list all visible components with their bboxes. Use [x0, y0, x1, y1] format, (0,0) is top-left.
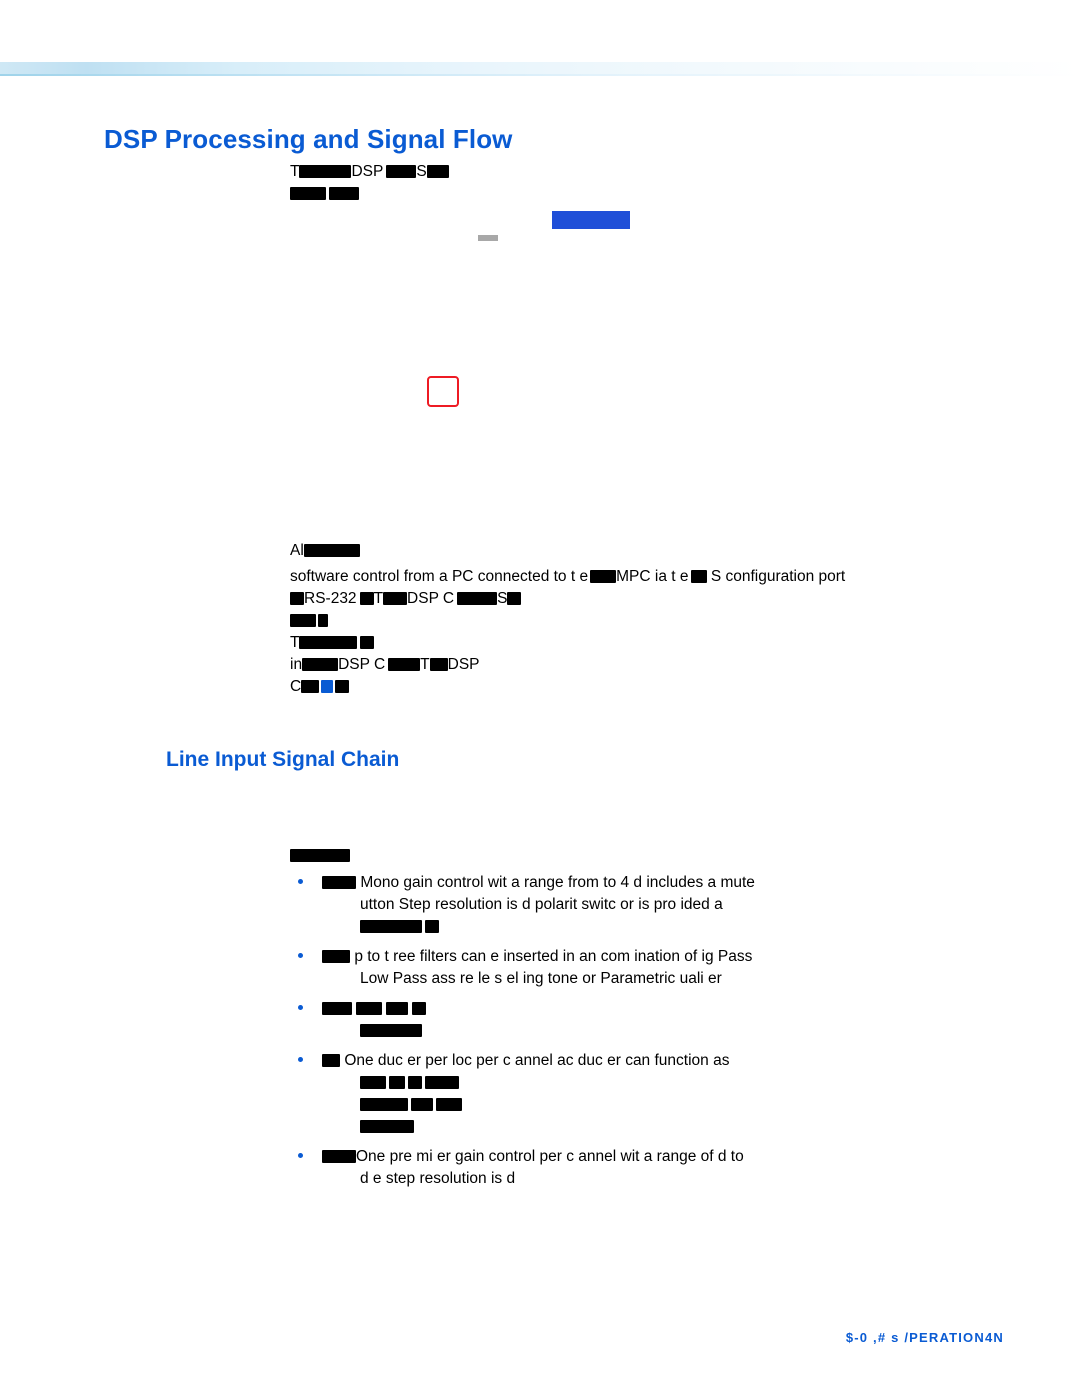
diagram-gray-connector	[478, 235, 498, 241]
redaction-block	[426, 165, 449, 179]
redaction-block	[322, 876, 356, 890]
redaction-block-blue	[321, 680, 334, 694]
intro-text-dsp: DSP	[351, 163, 384, 180]
intro-text-s: S	[416, 163, 427, 180]
redaction-block	[590, 570, 617, 584]
redaction-block	[507, 592, 522, 606]
intro2-text-pre: Al	[290, 542, 304, 559]
intro2-s: S	[710, 568, 722, 585]
bullet-dot-icon	[298, 953, 303, 958]
bullet-gain-line1: Mono gain control wit a range from to 4 …	[360, 874, 755, 891]
intro2-cfgport: configuration port	[725, 568, 846, 585]
redaction-block	[329, 187, 359, 201]
bullet-filters-line1: p to t ree filters can e inserted in an …	[354, 948, 753, 965]
redaction-block	[318, 614, 328, 628]
intro-text-fragment: T	[290, 163, 300, 180]
footer-page-number: 4	[984, 1330, 994, 1345]
redaction-block	[290, 187, 326, 201]
intro-paragraph-2: Al software control from a PC connected …	[290, 540, 1020, 632]
redaction-block	[360, 920, 422, 934]
redaction-block	[322, 1002, 352, 1016]
intro-paragraph-3: T in DSP C T DSP C	[290, 632, 1020, 698]
redaction-block	[290, 592, 304, 606]
redaction-block	[359, 592, 374, 606]
redaction-block	[322, 950, 350, 964]
redaction-block	[408, 1076, 422, 1090]
intro3-c: C	[290, 678, 302, 695]
page-title: DSP Processing and Signal Flow	[104, 124, 513, 154]
redaction-block	[690, 570, 707, 584]
bullet-gain-line2: utton Step resolution is d polarit switc…	[360, 896, 723, 913]
redaction-block	[302, 658, 339, 672]
redaction-block	[322, 1150, 356, 1164]
bullet-dot-icon	[298, 1153, 303, 1158]
redaction-block	[457, 592, 498, 606]
diagram-red-highlight-box	[427, 376, 459, 407]
bullet-premix-line1: One pre mi er gain control per c annel w…	[356, 1148, 744, 1165]
bullet-filters-line2: Low Pass ass re le s el ing tone or Para…	[360, 970, 722, 987]
intro2-line1: software control from a PC connected to …	[290, 568, 576, 585]
redaction-block	[383, 592, 408, 606]
redaction-block	[290, 614, 316, 628]
redaction-block	[299, 165, 352, 179]
section-heading-line-input: Line Input Signal Chain	[166, 748, 400, 771]
bullet-ducker-line1: One duc er per loc per c annel ac duc er…	[344, 1052, 730, 1069]
redaction-block	[360, 636, 375, 650]
intro3-dspc: DSP C	[338, 656, 386, 673]
intro2-rs232: RS-232	[304, 590, 357, 607]
redaction-block	[360, 1098, 408, 1112]
page-footer: $-0 ,# s /PERATION4N	[845, 1330, 1004, 1345]
bullet-premix-line2: d e step resolution is d	[360, 1170, 516, 1187]
redaction-block	[389, 1076, 405, 1090]
list-item-filters: p to t ree filters can e inserted in an …	[290, 946, 1030, 990]
redaction-block	[360, 1120, 414, 1134]
list-item-ducker: One duc er per loc per c annel ac duc er…	[290, 1050, 1030, 1138]
redaction-block	[386, 1002, 408, 1016]
list-item-delay	[290, 998, 1030, 1042]
redaction-block	[436, 1098, 462, 1112]
line-input-lead	[290, 845, 350, 867]
footer-text: $-0 ,# s /PERATION	[845, 1330, 985, 1345]
redaction-block	[301, 680, 320, 694]
redaction-block	[425, 1076, 459, 1090]
intro2-t: T	[373, 590, 384, 607]
intro2-e: e	[579, 568, 589, 585]
page-top-rule	[0, 74, 1080, 76]
intro2-dspc: DSP C	[407, 590, 455, 607]
intro-paragraph-1: T DSP S	[290, 161, 990, 205]
redaction-block	[360, 1076, 386, 1090]
diagram-blue-block	[552, 211, 630, 229]
redaction-block	[290, 849, 350, 863]
redaction-block	[411, 1098, 433, 1112]
redaction-block	[429, 658, 448, 672]
redaction-block	[356, 1002, 382, 1016]
intro3-dsp: DSP	[447, 656, 480, 673]
redaction-block	[303, 544, 360, 558]
redaction-block	[360, 1024, 422, 1038]
redaction-block	[386, 165, 417, 179]
list-item-premix: One pre mi er gain control per c annel w…	[290, 1146, 1030, 1190]
redaction-block	[425, 920, 439, 934]
redaction-block	[322, 1054, 340, 1068]
intro2-via: ia t	[654, 568, 676, 585]
intro3-in: in	[290, 656, 303, 673]
bullet-dot-icon	[298, 1057, 303, 1062]
redaction-block	[412, 1002, 426, 1016]
bullet-dot-icon	[298, 1005, 303, 1010]
redaction-block	[299, 636, 358, 650]
page-top-gradient-bar	[0, 62, 1080, 74]
bullet-dot-icon	[298, 879, 303, 884]
redaction-block	[388, 658, 421, 672]
intro2-mpc: MPC	[616, 568, 651, 585]
intro2-s2: S	[497, 590, 508, 607]
redaction-block	[335, 680, 350, 694]
line-input-bullet-list: Mono gain control wit a range from to 4 …	[290, 872, 1030, 1198]
intro3-t: T	[290, 634, 300, 651]
intro2-e2: e	[679, 568, 689, 585]
list-item-gain: Mono gain control wit a range from to 4 …	[290, 872, 1030, 938]
intro3-t2: T	[420, 656, 430, 673]
